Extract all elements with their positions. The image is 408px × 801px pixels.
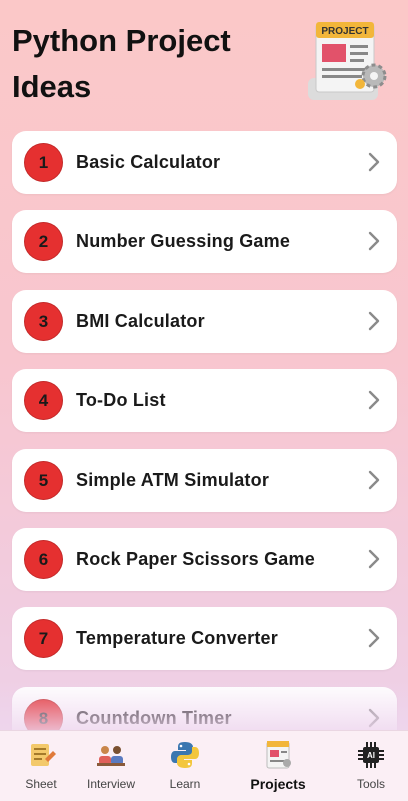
python-logo-icon (171, 742, 199, 768)
project-number-badge: 4 (24, 381, 63, 421)
project-title: BMI Calculator (76, 310, 205, 331)
list-fade (0, 682, 408, 732)
nav-item-tools[interactable]: AI Tools (330, 731, 408, 801)
header: Python Project Ideas PROJECT (0, 0, 408, 120)
project-title: Number Guessing Game (76, 231, 291, 252)
nav-label: Interview (86, 777, 136, 791)
chevron-right-icon (368, 311, 380, 330)
chevron-right-icon (368, 629, 380, 648)
project-title: Simple ATM Simulator (76, 469, 270, 490)
project-number-badge: 7 (24, 619, 63, 659)
project-number-badge: 2 (24, 222, 63, 262)
project-number-badge: 1 (24, 143, 63, 182)
interview-icon (97, 746, 125, 766)
project-card[interactable]: 1 Basic Calculator (12, 131, 397, 194)
nav-label: Learn (169, 777, 201, 791)
projects-icon (266, 741, 291, 769)
project-card[interactable]: 2 Number Guessing Game (12, 210, 397, 274)
nav-label: Projects (250, 776, 306, 792)
chevron-right-icon (368, 470, 380, 489)
project-number-badge: 5 (24, 460, 63, 500)
svg-text:PROJECT: PROJECT (321, 26, 368, 37)
project-number-badge: 6 (24, 540, 63, 579)
sheet-icon (31, 744, 56, 766)
nav-item-learn[interactable]: Learn (144, 731, 226, 801)
project-card[interactable]: 5 Simple ATM Simulator (12, 448, 397, 512)
nav-item-projects[interactable]: Projects (237, 731, 319, 801)
project-title: To-Do List (76, 390, 166, 411)
project-card[interactable]: 7 Temperature Converter (12, 607, 397, 671)
page-title: Python Project Ideas (12, 23, 231, 104)
nav-label: Tools (356, 777, 385, 791)
nav-item-interview[interactable]: Interview (70, 731, 152, 801)
chevron-right-icon (368, 390, 380, 410)
bottom-navigation: Sheet Interview Learn Projects AI Tools (0, 730, 408, 801)
project-title: Temperature Converter (76, 628, 278, 649)
ai-chip-icon: AI (358, 742, 384, 768)
project-document-illustration: PROJECT (308, 22, 387, 100)
project-title: Basic Calculator (76, 152, 221, 172)
chevron-right-icon (368, 232, 380, 251)
project-card[interactable]: 6 Rock Paper Scissors Game (12, 528, 397, 591)
project-number-badge: 3 (24, 301, 63, 341)
project-title: Rock Paper Scissors Game (76, 549, 315, 569)
project-card[interactable]: 3 BMI Calculator (12, 289, 397, 353)
project-card[interactable]: 4 To-Do List (12, 369, 397, 433)
chevron-right-icon (368, 549, 380, 569)
chevron-right-icon (368, 152, 380, 172)
svg-text:AI: AI (367, 751, 375, 760)
